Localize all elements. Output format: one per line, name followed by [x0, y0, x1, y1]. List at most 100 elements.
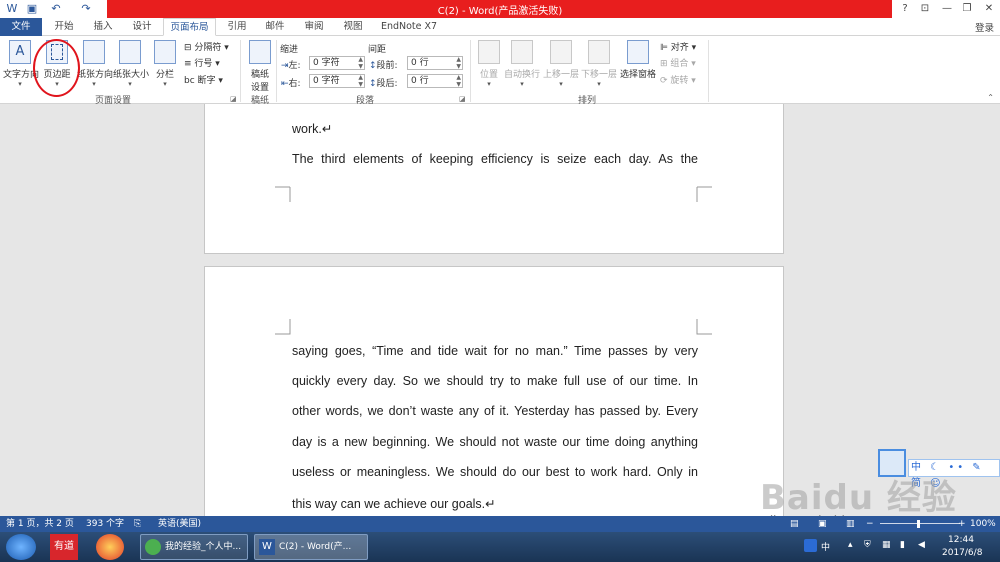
- youdao-icon[interactable]: 有道: [50, 534, 78, 560]
- document-line[interactable]: saying goes, “Time and tide wait for no …: [292, 344, 698, 358]
- zoom-out-icon[interactable]: −: [866, 516, 874, 532]
- tab-view[interactable]: 视图: [336, 18, 370, 36]
- tab-review[interactable]: 审阅: [297, 18, 331, 36]
- margin-corner-mark: [696, 319, 712, 335]
- browser-icon[interactable]: [96, 534, 124, 560]
- position-button[interactable]: 位置 ▾: [472, 40, 506, 90]
- dialog-launcher-icon[interactable]: ◪: [230, 95, 237, 103]
- ribbon-display-options-button[interactable]: ⊡: [914, 0, 936, 18]
- orientation-button[interactable]: 纸张方向 ▾: [77, 40, 113, 90]
- zoom-in-icon[interactable]: +: [958, 516, 966, 532]
- size-button[interactable]: 纸张大小 ▾: [113, 40, 149, 90]
- spacing-after-spinner[interactable]: 0 行 ▲ ▼: [407, 74, 463, 88]
- indent-right-spinner[interactable]: 0 字符 ▲ ▼: [309, 74, 365, 88]
- read-mode-icon[interactable]: ▤: [790, 516, 799, 532]
- draft-paper-setup-button[interactable]: 稿纸 设置: [243, 40, 277, 93]
- clock-date[interactable]: 2017/6/8: [942, 548, 982, 558]
- orientation-icon: [83, 40, 105, 64]
- page-count[interactable]: 第 1 页，共 2 页: [6, 516, 74, 532]
- language-indicator[interactable]: 英语(美国): [158, 516, 201, 532]
- taskbar-item-browser[interactable]: 我的经验_个人中...: [140, 534, 248, 560]
- send-backward-icon: [588, 40, 610, 64]
- help-button[interactable]: ?: [894, 0, 916, 18]
- window-title: C(2) - Word(产品激活失败): [437, 6, 563, 17]
- dialog-launcher-icon[interactable]: ◪: [459, 95, 466, 103]
- document-line[interactable]: useless or meaningless. We should do our…: [292, 465, 698, 479]
- document-line[interactable]: this way can we achieve our goals.↵: [292, 496, 698, 511]
- clock-time[interactable]: 12:44: [948, 535, 974, 545]
- tab-endnote[interactable]: EndNote X7: [376, 18, 442, 36]
- line-numbers-button[interactable]: ≡ 行号 ▾: [184, 57, 220, 71]
- hyphenation-button[interactable]: bc 断字 ▾: [184, 74, 223, 88]
- selection-pane-icon: [627, 40, 649, 64]
- volume-icon[interactable]: ◀: [918, 540, 925, 550]
- tray-expand-icon[interactable]: ▴: [848, 540, 853, 550]
- document-line[interactable]: quickly every day. So we should try to m…: [292, 374, 698, 388]
- status-bar: 第 1 页，共 2 页 393 个字 ⎘ 英语(美国) ▤ ▣ ▥ − + 10…: [0, 516, 1000, 532]
- margin-corner-mark: [275, 319, 291, 335]
- chevron-down-icon: ▾: [128, 80, 132, 88]
- login-link[interactable]: 登录: [975, 20, 994, 34]
- breaks-button[interactable]: ⊟ 分隔符 ▾: [184, 41, 229, 55]
- margin-corner-mark: [696, 186, 712, 202]
- close-button[interactable]: ✕: [978, 0, 1000, 18]
- text-direction-button[interactable]: A 文字方向 ▾: [3, 40, 39, 90]
- line-numbers-icon: ≡: [184, 59, 192, 69]
- document-line[interactable]: other words, we don’t waste any of it. Y…: [292, 404, 698, 418]
- tab-design[interactable]: 设计: [124, 18, 160, 36]
- ribbon: A 文字方向 ▾ 页边距 ▾ 纸张方向 ▾ 纸张大小 ▾ 分栏 ▾ ⊟ 分隔符 …: [0, 36, 1000, 106]
- document-line[interactable]: The third elements of keeping efficiency…: [292, 152, 698, 166]
- signal-icon[interactable]: ▮: [900, 540, 905, 550]
- minimize-button[interactable]: —: [936, 0, 958, 18]
- spinner-arrows-icon[interactable]: ▲ ▼: [358, 56, 363, 70]
- chevron-down-icon: ▾: [559, 80, 563, 88]
- network-icon[interactable]: ▦: [882, 540, 891, 550]
- qq-pinyin-icon[interactable]: [804, 539, 817, 552]
- group-button[interactable]: ⊞ 组合 ▾: [660, 57, 696, 71]
- ribbon-tabs: 文件 开始 插入 设计 页面布局 引用 邮件 审阅 视图 EndNote X7 …: [0, 18, 1000, 36]
- spinner-arrows-icon[interactable]: ▲ ▼: [456, 74, 461, 88]
- group-separator: [240, 40, 241, 102]
- spinner-arrows-icon[interactable]: ▲ ▼: [358, 74, 363, 88]
- maximize-button[interactable]: ❐: [956, 0, 978, 18]
- document-area[interactable]: work.↵ The third elements of keeping eff…: [0, 104, 1000, 516]
- proofing-icon[interactable]: ⎘: [134, 516, 141, 532]
- collapse-ribbon-icon[interactable]: ⌃: [987, 93, 994, 102]
- margins-highlight-circle: [33, 39, 80, 97]
- document-line[interactable]: day is a new beginning. We should not wa…: [292, 435, 698, 449]
- spacing-before-spinner[interactable]: 0 行 ▲ ▼: [407, 56, 463, 70]
- zoom-slider[interactable]: [880, 523, 960, 524]
- tab-page-layout[interactable]: 页面布局: [163, 18, 216, 36]
- selection-pane-button[interactable]: 选择窗格: [619, 40, 657, 90]
- indent-left-label: ⇥左:: [281, 61, 301, 71]
- security-shield-icon[interactable]: ⛨: [864, 540, 871, 550]
- columns-button[interactable]: 分栏 ▾: [148, 40, 182, 90]
- input-method-indicator[interactable]: 中: [821, 540, 830, 553]
- web-layout-icon[interactable]: ▥: [846, 516, 855, 532]
- zoom-level[interactable]: 100%: [970, 516, 996, 532]
- start-button-icon[interactable]: [6, 534, 36, 560]
- bring-forward-icon: [550, 40, 572, 64]
- align-button[interactable]: ⊫ 对齐 ▾: [660, 41, 696, 55]
- bring-forward-button[interactable]: 上移一层 ▾: [543, 40, 579, 90]
- wrap-text-button[interactable]: 自动换行 ▾: [503, 40, 541, 90]
- word-count[interactable]: 393 个字: [86, 516, 124, 532]
- tab-mailings[interactable]: 邮件: [258, 18, 292, 36]
- tab-references[interactable]: 引用: [220, 18, 254, 36]
- hyphenation-icon: bc: [184, 76, 195, 86]
- taskbar-item-word[interactable]: W C(2) - Word(产...: [254, 534, 368, 560]
- tab-insert[interactable]: 插入: [86, 18, 120, 36]
- zoom-slider-thumb[interactable]: [917, 520, 920, 528]
- tab-home[interactable]: 开始: [46, 18, 82, 36]
- print-layout-icon[interactable]: ▣: [818, 516, 827, 532]
- spacing-before-icon: ↕: [369, 61, 377, 71]
- indent-left-spinner[interactable]: 0 字符 ▲ ▼: [309, 56, 365, 70]
- word-icon: W: [259, 539, 275, 555]
- tab-file[interactable]: 文件: [0, 18, 42, 36]
- document-line[interactable]: work.↵: [292, 121, 698, 136]
- spinner-arrows-icon[interactable]: ▲ ▼: [456, 56, 461, 70]
- rotate-button[interactable]: ⟳ 旋转 ▾: [660, 74, 696, 88]
- align-icon: ⊫: [660, 43, 668, 53]
- group-separator: [470, 40, 471, 102]
- send-backward-button[interactable]: 下移一层 ▾: [581, 40, 617, 90]
